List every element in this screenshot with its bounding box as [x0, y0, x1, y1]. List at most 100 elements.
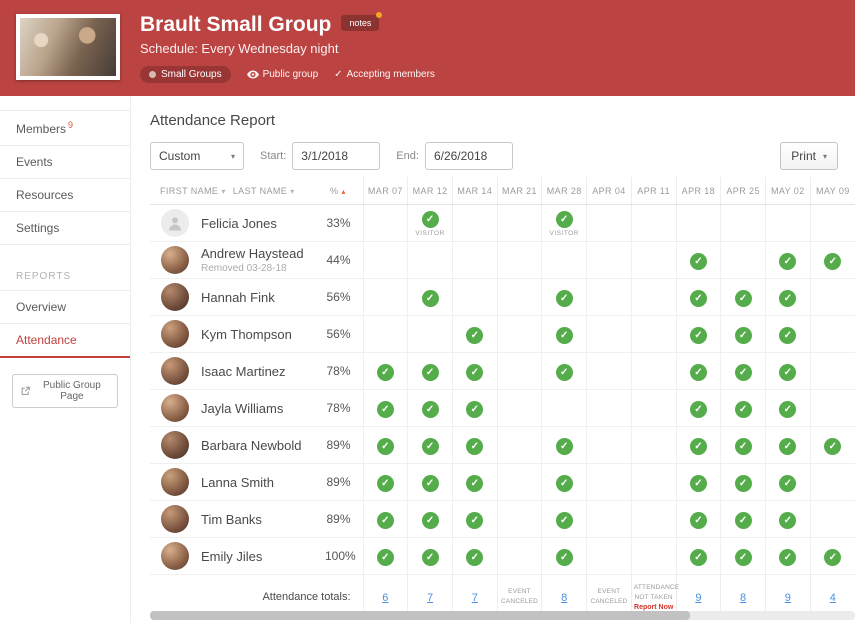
attendance-cell[interactable]: ✓ [765, 538, 810, 575]
attendance-cell[interactable]: ✓ [676, 501, 721, 538]
attendance-cell[interactable] [810, 390, 855, 427]
attendance-count-link[interactable]: 8 [561, 592, 567, 604]
attendance-count-link[interactable]: 7 [472, 592, 478, 604]
attendance-cell[interactable] [631, 353, 676, 390]
attendance-count-link[interactable]: 7 [427, 592, 433, 604]
attendance-count-link[interactable]: 6 [382, 592, 388, 604]
sidebar-item-events[interactable]: Events [0, 146, 130, 179]
attendance-cell[interactable]: ✓ [542, 427, 587, 464]
member-name[interactable]: Felicia Jones [201, 216, 277, 231]
horizontal-scrollbar-thumb[interactable] [150, 611, 690, 620]
attendance-cell[interactable] [631, 501, 676, 538]
attendance-cell[interactable]: ✓ [765, 316, 810, 353]
attendance-cell[interactable] [363, 316, 408, 353]
attendance-cell[interactable] [631, 316, 676, 353]
attendance-cell[interactable]: ✓ [765, 390, 810, 427]
attendance-cell[interactable] [497, 279, 542, 316]
attendance-cell[interactable] [452, 205, 497, 242]
attendance-cell[interactable]: ✓ [765, 242, 810, 279]
attendance-cell[interactable] [587, 353, 632, 390]
sidebar-item-settings[interactable]: Settings [0, 212, 130, 245]
horizontal-scrollbar-track[interactable] [150, 611, 855, 620]
attendance-cell[interactable]: ✓ [363, 390, 408, 427]
attendance-cell[interactable] [497, 501, 542, 538]
member-name[interactable]: Barbara Newbold [201, 438, 301, 453]
attendance-cell[interactable] [810, 464, 855, 501]
sidebar-item-members[interactable]: Members9 [0, 110, 130, 146]
attendance-cell[interactable]: ✓ [676, 464, 721, 501]
start-date-input[interactable] [292, 142, 380, 170]
column-header-name[interactable]: FIRST NAME▾LAST NAME▾ [150, 177, 324, 205]
attendance-cell[interactable] [497, 353, 542, 390]
report-now-link[interactable]: Report Now [634, 604, 674, 611]
attendance-cell[interactable] [810, 501, 855, 538]
attendance-cell[interactable]: ✓ [676, 538, 721, 575]
attendance-cell[interactable]: ✓VISITOR [542, 205, 587, 242]
attendance-cell[interactable]: ✓ [542, 353, 587, 390]
attendance-cell[interactable] [452, 242, 497, 279]
attendance-cell[interactable] [631, 279, 676, 316]
attendance-cell[interactable] [631, 427, 676, 464]
attendance-cell[interactable]: ✓ [408, 390, 453, 427]
attendance-cell[interactable]: ✓ [408, 538, 453, 575]
attendance-cell[interactable]: ✓ [452, 316, 497, 353]
group-photo[interactable] [16, 14, 120, 80]
attendance-cell[interactable] [810, 316, 855, 353]
attendance-cell[interactable]: ✓ [676, 390, 721, 427]
attendance-count-link[interactable]: 4 [830, 592, 836, 604]
attendance-cell[interactable] [587, 242, 632, 279]
attendance-cell[interactable] [676, 205, 721, 242]
public-group-page-button[interactable]: Public Group Page [12, 374, 118, 408]
attendance-cell[interactable] [810, 353, 855, 390]
member-name[interactable]: Isaac Martinez [201, 364, 286, 379]
date-range-select[interactable]: Custom ▾ [150, 142, 244, 170]
attendance-cell[interactable] [721, 242, 766, 279]
attendance-count-link[interactable]: 9 [785, 592, 791, 604]
attendance-cell[interactable] [363, 242, 408, 279]
attendance-cell[interactable] [542, 390, 587, 427]
attendance-cell[interactable]: ✓ [721, 279, 766, 316]
attendance-cell[interactable]: ✓ [721, 353, 766, 390]
attendance-cell[interactable]: ✓ [452, 353, 497, 390]
attendance-cell[interactable] [542, 242, 587, 279]
attendance-count-link[interactable]: 8 [740, 592, 746, 604]
attendance-cell[interactable]: ✓ [765, 501, 810, 538]
attendance-cell[interactable]: ✓ [452, 501, 497, 538]
attendance-cell[interactable] [497, 390, 542, 427]
attendance-cell[interactable] [765, 205, 810, 242]
attendance-cell[interactable] [408, 242, 453, 279]
attendance-cell[interactable] [587, 390, 632, 427]
attendance-cell[interactable] [363, 279, 408, 316]
attendance-cell[interactable] [497, 242, 542, 279]
attendance-cell[interactable] [631, 390, 676, 427]
attendance-cell[interactable]: ✓ [765, 353, 810, 390]
attendance-cell[interactable]: ✓ [676, 279, 721, 316]
attendance-count-link[interactable]: 9 [695, 592, 701, 604]
attendance-cell[interactable] [631, 464, 676, 501]
member-name[interactable]: Tim Banks [201, 512, 262, 527]
attendance-cell[interactable]: ✓ [363, 501, 408, 538]
attendance-cell[interactable] [587, 464, 632, 501]
attendance-cell[interactable] [497, 316, 542, 353]
attendance-cell[interactable]: ✓ [721, 316, 766, 353]
attendance-cell[interactable]: ✓ [721, 464, 766, 501]
attendance-cell[interactable]: ✓ [452, 427, 497, 464]
attendance-cell[interactable]: ✓ [363, 538, 408, 575]
attendance-cell[interactable] [587, 501, 632, 538]
attendance-cell[interactable]: ✓ [542, 538, 587, 575]
attendance-cell[interactable]: ✓ [363, 353, 408, 390]
member-name[interactable]: Emily Jiles [201, 549, 262, 564]
attendance-cell[interactable]: ✓ [721, 538, 766, 575]
attendance-cell[interactable]: ✓ [765, 464, 810, 501]
attendance-cell[interactable] [587, 316, 632, 353]
attendance-cell[interactable]: ✓ [363, 427, 408, 464]
attendance-cell[interactable]: ✓ [810, 538, 855, 575]
attendance-cell[interactable] [497, 538, 542, 575]
attendance-cell[interactable]: ✓ [452, 538, 497, 575]
attendance-cell[interactable]: ✓ [676, 353, 721, 390]
attendance-cell[interactable]: ✓VISITOR [408, 205, 453, 242]
attendance-cell[interactable] [587, 427, 632, 464]
notes-badge[interactable]: notes [341, 15, 379, 31]
member-name[interactable]: Jayla Williams [201, 401, 283, 416]
attendance-cell[interactable] [587, 205, 632, 242]
